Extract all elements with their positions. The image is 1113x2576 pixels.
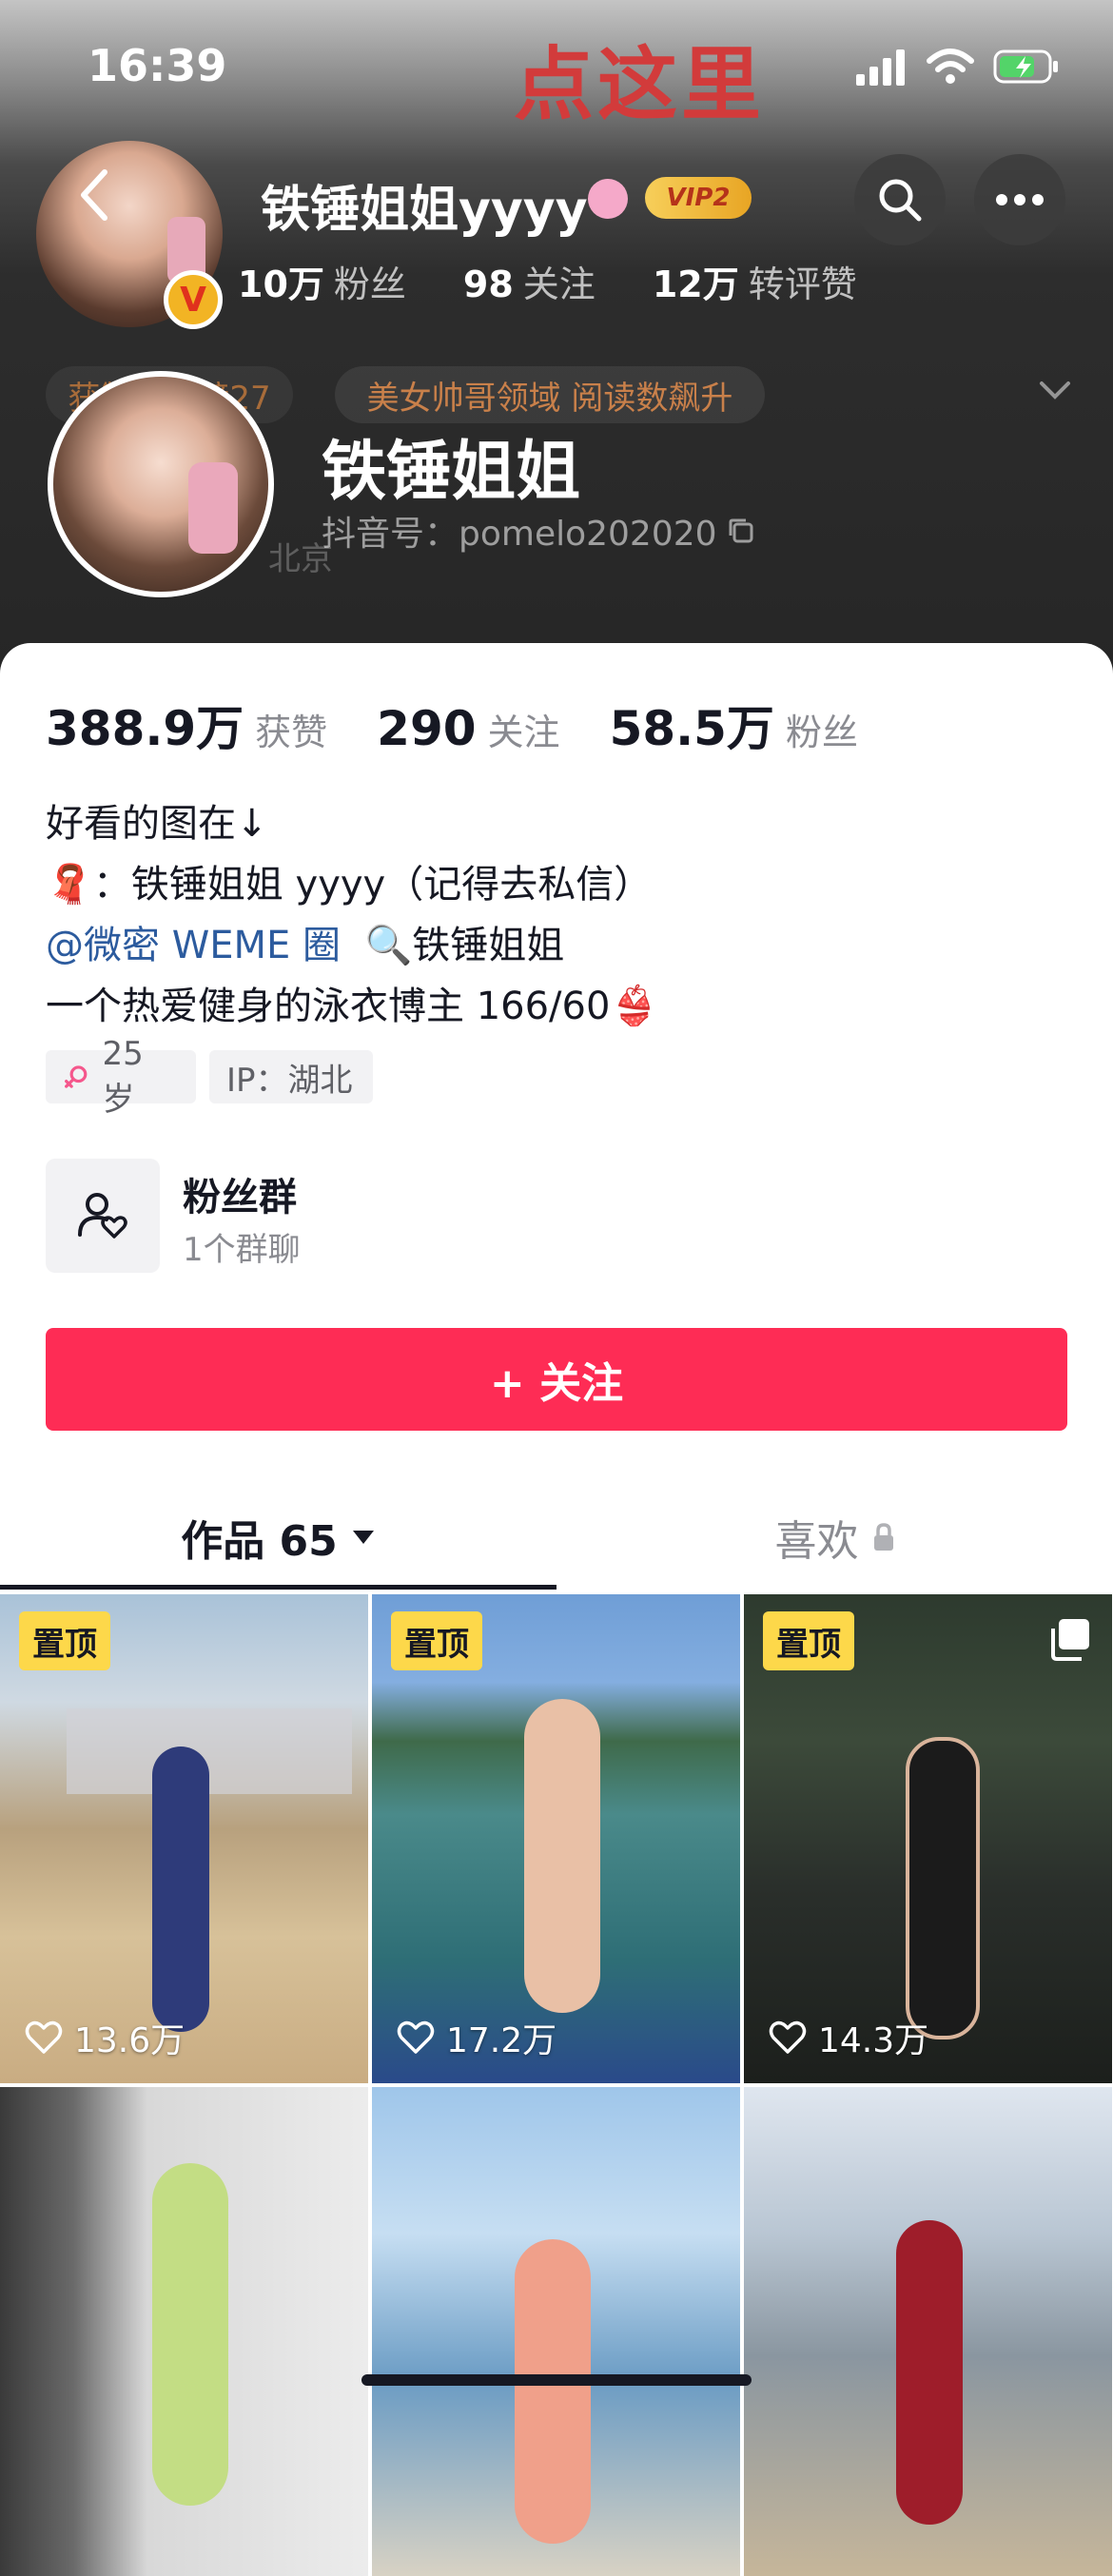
heart-outline-icon: [769, 2020, 807, 2054]
douyin-id-text: 抖音号：pomelo202020: [322, 515, 717, 554]
female-icon: [65, 1065, 88, 1088]
pinned-badge: 置顶: [391, 1611, 482, 1670]
person-figure: [152, 1747, 209, 2032]
lock-icon: [873, 1523, 893, 1551]
header-stat[interactable]: 12万 转评赞: [653, 255, 857, 307]
ip-tag: IP：湖北: [209, 1050, 373, 1103]
douyin-id[interactable]: 抖音号：pomelo202020: [322, 506, 755, 556]
header-stat[interactable]: 98 关注: [463, 255, 596, 307]
bio-line: 好看的图在↓: [46, 802, 268, 846]
profile-stats: 388.9万 获赞 290 关注 58.5万 粉丝: [46, 691, 908, 759]
bikini-icon: 👙: [610, 985, 658, 1028]
fan-group-entry[interactable]: 粉丝群 1个群聊: [46, 1159, 616, 1273]
video-thumbnail[interactable]: 置顶 13.6万: [0, 1594, 368, 2083]
verified-badge: V: [164, 270, 223, 329]
video-thumbnail[interactable]: [372, 2087, 740, 2576]
scarf-icon: 🧣: [46, 863, 93, 907]
video-likes: 13.6万: [25, 2013, 185, 2062]
search-icon: [879, 179, 922, 222]
video-thumbnail[interactable]: 置顶 17.2万: [372, 1594, 740, 2083]
person-figure: [152, 2163, 228, 2506]
person-figure: [896, 2220, 963, 2525]
copy-icon[interactable]: [727, 517, 755, 545]
status-time: 16:39: [88, 40, 227, 91]
content-tabs: 作品 65 喜欢: [0, 1480, 1113, 1594]
heart-outline-icon: [397, 2020, 435, 2054]
header-nickname: 铁锤姐姐yyyy: [261, 182, 588, 239]
video-thumbnail[interactable]: 置顶 14.3万: [744, 1594, 1112, 2083]
overlay-banner: 点这里: [514, 38, 766, 131]
bio-line: 🧣：铁锤姐姐 yyyy（记得去私信）: [46, 863, 653, 907]
likes-count[interactable]: 388.9万: [46, 691, 244, 759]
following-count[interactable]: 290: [377, 701, 476, 756]
home-indicator[interactable]: [361, 2374, 752, 2386]
following-label: 关注: [487, 712, 560, 753]
age-tag: 25 岁: [46, 1035, 196, 1119]
more-dots-icon: [996, 194, 1044, 205]
fan-group-subtitle: 1个群聊: [183, 1231, 301, 1269]
rank-pill[interactable]: 美女帅哥领域 阅读数飙升: [335, 366, 765, 423]
fan-group-title: 粉丝群: [183, 1176, 297, 1220]
video-likes: 14.3万: [769, 2013, 928, 2062]
video-likes: 17.2万: [397, 2013, 556, 2062]
chevron-down-icon[interactable]: [1039, 381, 1071, 401]
person-figure: [515, 2239, 591, 2544]
tab-likes[interactable]: 喜欢: [556, 1480, 1113, 1594]
status-icons: [854, 48, 1060, 86]
more-button[interactable]: [974, 154, 1065, 245]
fan-group-icon-box: [46, 1159, 160, 1273]
tab-works[interactable]: 作品 65: [0, 1480, 556, 1594]
person-figure: [906, 1737, 980, 2039]
tab-underline: [0, 1585, 556, 1590]
person-figure: [524, 1699, 600, 2013]
header-stats: 10万 粉丝 98 关注 12万 转评赞: [238, 255, 857, 307]
followers-label: 粉丝: [785, 712, 858, 753]
bio-line: @微密 WEME 圈 🔍铁锤姐姐: [46, 924, 565, 967]
profile-avatar[interactable]: [48, 371, 274, 597]
pinned-badge: 置顶: [19, 1611, 110, 1670]
pinned-badge: 置顶: [763, 1611, 854, 1670]
building-shape: [67, 1708, 352, 1794]
vip-badge: VIP2: [645, 177, 752, 219]
follow-button[interactable]: + 关注: [46, 1328, 1067, 1431]
video-thumbnail[interactable]: [0, 2087, 368, 2576]
likes-label: 获赞: [255, 712, 328, 753]
bio-line: 一个热爱健身的泳衣博主 166/60👙: [46, 985, 658, 1028]
magnifier-icon: 🔍: [364, 924, 413, 967]
video-thumbnail[interactable]: [744, 2087, 1112, 2576]
phone-shape: [188, 462, 238, 554]
back-button[interactable]: [61, 162, 127, 228]
profile-card: 388.9万 获赞 290 关注 58.5万 粉丝 好看的图在↓ 🧣：铁锤姐姐 …: [0, 643, 1113, 2576]
group-heart-icon: [78, 1193, 127, 1239]
header-stat[interactable]: 10万 粉丝: [238, 255, 406, 307]
caret-down-icon: [352, 1531, 374, 1544]
status-bar: 16:39 点这里: [0, 0, 1113, 133]
followers-count[interactable]: 58.5万: [610, 691, 774, 759]
chevron-left-icon: [81, 169, 107, 221]
weme-link[interactable]: @微密 WEME 圈: [46, 924, 341, 967]
signal-icon: [856, 49, 905, 86]
bio: 好看的图在↓ 🧣：铁锤姐姐 yyyy（记得去私信） @微密 WEME 圈 🔍铁锤…: [46, 793, 657, 1037]
search-button[interactable]: [854, 154, 946, 245]
gender-female-icon: [588, 179, 628, 219]
battery-icon: [993, 49, 1058, 84]
multi-image-icon: [1051, 1619, 1089, 1661]
profile-nickname: 铁锤姐姐: [322, 435, 581, 510]
wifi-icon: [927, 49, 974, 84]
heart-outline-icon: [25, 2020, 63, 2054]
profile-header: 16:39 点这里 V 铁锤姐姐yyyy VIP2 10万 粉丝 98 关注 1…: [0, 0, 1113, 685]
